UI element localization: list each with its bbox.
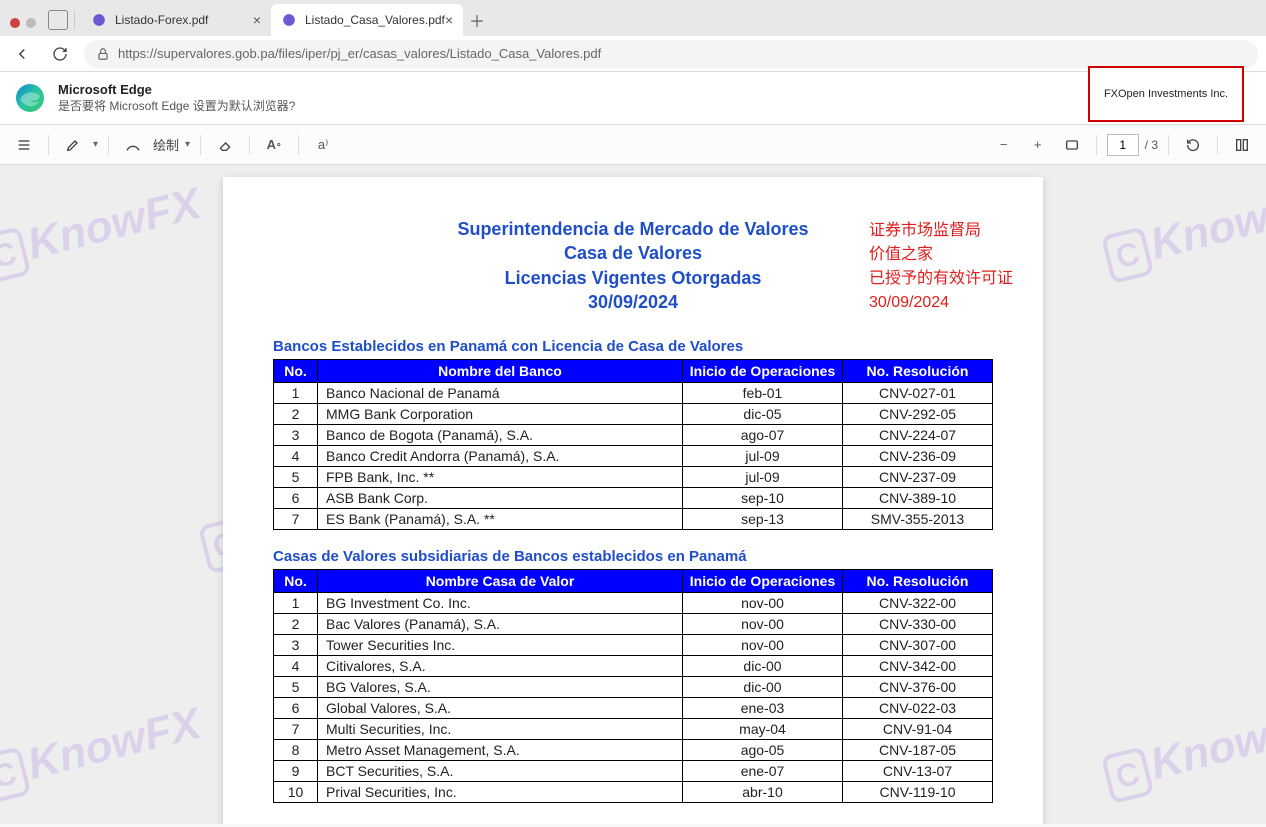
annotation-callout: FXOpen Investments Inc.: [1088, 66, 1244, 122]
address-bar: https://supervalores.gob.pa/files/iper/p…: [0, 36, 1266, 72]
zoom-out-button[interactable]: −: [990, 131, 1018, 159]
table-row: 1Banco Nacional de Panamáfeb-01CNV-027-0…: [274, 383, 993, 404]
section-title-2: Casas de Valores subsidiarias de Bancos …: [273, 548, 993, 565]
tab-listado-casa-valores[interactable]: Listado_Casa_Valores.pdf ×: [271, 4, 463, 36]
profile-icon[interactable]: [6, 18, 44, 36]
table-row: 10Prival Securities, Inc.abr-10CNV-119-1…: [274, 782, 993, 803]
table-row: 7ES Bank (Panamá), S.A. **sep-13SMV-355-…: [274, 509, 993, 530]
table-row: 7Multi Securities, Inc.may-04CNV-91-04: [274, 719, 993, 740]
translation-overlay: 证券市场监督局 价值之家 已授予的有效许可证 30/09/2024: [869, 219, 1013, 315]
chevron-down-icon[interactable]: ▾: [93, 139, 98, 150]
read-aloud-icon[interactable]: a⁾: [309, 131, 337, 159]
separator: [298, 135, 299, 155]
fit-page-icon[interactable]: [1058, 131, 1086, 159]
table-casas: No. Nombre Casa de Valor Inicio de Opera…: [273, 569, 993, 803]
refresh-button[interactable]: [46, 40, 74, 68]
separator: [200, 135, 201, 155]
draw-label[interactable]: 绘制: [153, 135, 179, 154]
new-tab-button[interactable]: ＋: [463, 6, 491, 34]
table-row: 8Metro Asset Management, S.A.ago-05CNV-1…: [274, 740, 993, 761]
draw-icon[interactable]: [119, 131, 147, 159]
table-row: 5BG Valores, S.A.dic-00CNV-376-00: [274, 677, 993, 698]
close-icon[interactable]: ×: [253, 12, 261, 28]
titlebar: Listado-Forex.pdf × Listado_Casa_Valores…: [0, 0, 1266, 36]
page-number-input[interactable]: [1107, 134, 1139, 156]
pdf-toolbar: ▾ 绘制 ▾ A∘ a⁾ − + / 3: [0, 125, 1266, 165]
zoom-in-button[interactable]: +: [1024, 131, 1052, 159]
separator: [108, 135, 109, 155]
back-button[interactable]: [8, 40, 36, 68]
table-row: 6ASB Bank Corp.sep-10CNV-389-10: [274, 488, 993, 509]
pdf-icon: [281, 12, 297, 28]
erase-icon[interactable]: [211, 131, 239, 159]
tab-label: Listado_Casa_Valores.pdf: [305, 13, 445, 27]
separator: [1096, 135, 1097, 155]
table-bancos: No. Nombre del Banco Inicio de Operacion…: [273, 359, 993, 530]
table-row: 2MMG Bank Corporationdic-05CNV-292-05: [274, 404, 993, 425]
edge-logo-icon: [14, 82, 46, 114]
table-row: 4Banco Credit Andorra (Panamá), S.A.jul-…: [274, 446, 993, 467]
url-text: https://supervalores.gob.pa/files/iper/p…: [118, 46, 601, 61]
url-box[interactable]: https://supervalores.gob.pa/files/iper/p…: [84, 40, 1258, 68]
table-row: 3Banco de Bogota (Panamá), S.A.ago-07CNV…: [274, 425, 993, 446]
page-view-icon[interactable]: [1228, 131, 1256, 159]
separator: [48, 135, 49, 155]
separator: [249, 135, 250, 155]
close-icon[interactable]: ×: [445, 12, 453, 28]
pdf-viewer[interactable]: CKnowFX CKnowFX CKnowFX CKnowFX CKnowFX …: [0, 165, 1266, 824]
rotate-icon[interactable]: [1179, 131, 1207, 159]
separator: [74, 10, 75, 30]
tab-listado-forex[interactable]: Listado-Forex.pdf ×: [81, 4, 271, 36]
table-row: 1BG Investment Co. Inc.nov-00CNV-322-00: [274, 593, 993, 614]
chevron-down-icon[interactable]: ▾: [185, 139, 190, 150]
highlight-icon[interactable]: [59, 131, 87, 159]
text-icon[interactable]: A∘: [260, 131, 288, 159]
table-row: 3Tower Securities Inc.nov-00CNV-307-00: [274, 635, 993, 656]
separator: [1217, 135, 1218, 155]
pdf-page: Superintendencia de Mercado de Valores C…: [223, 177, 1043, 824]
page-total: / 3: [1145, 138, 1158, 152]
lock-icon: [96, 47, 110, 61]
prompt-subtitle: 是否要将 Microsoft Edge 设置为默认浏览器?: [58, 97, 295, 114]
table-row: 2Bac Valores (Panamá), S.A.nov-00CNV-330…: [274, 614, 993, 635]
table-row: 4Citivalores, S.A.dic-00CNV-342-00: [274, 656, 993, 677]
prompt-title: Microsoft Edge: [58, 82, 295, 97]
table-row: 9BCT Securities, S.A.ene-07CNV-13-07: [274, 761, 993, 782]
table-row: 6Global Valores, S.A.ene-03CNV-022-03: [274, 698, 993, 719]
pdf-icon: [91, 12, 107, 28]
table-row: 5FPB Bank, Inc. **jul-09CNV-237-09: [274, 467, 993, 488]
tab-actions-icon[interactable]: [48, 10, 68, 30]
default-browser-prompt: Microsoft Edge 是否要将 Microsoft Edge 设置为默认…: [0, 72, 1266, 125]
contents-icon[interactable]: [10, 131, 38, 159]
separator: [1168, 135, 1169, 155]
tab-label: Listado-Forex.pdf: [115, 13, 208, 27]
section-title-1: Bancos Establecidos en Panamá con Licenc…: [273, 338, 993, 355]
